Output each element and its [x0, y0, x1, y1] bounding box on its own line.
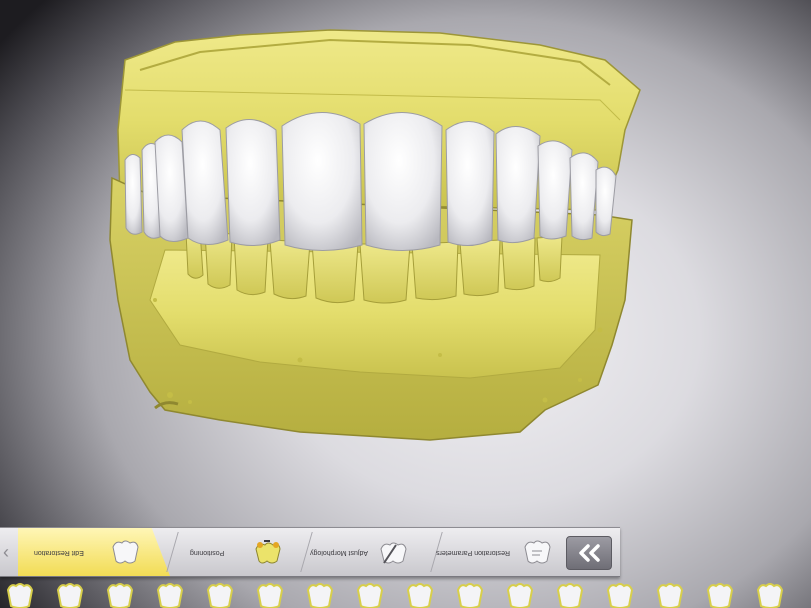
next-step-button[interactable]: [566, 536, 612, 570]
tooth-thumbnail[interactable]: [254, 580, 286, 608]
tooth-thumbnail[interactable]: [754, 580, 786, 608]
tooth-thumbnail[interactable]: [454, 580, 486, 608]
tooth-icon: [306, 583, 334, 608]
step-adjust-morphology[interactable]: Adjust Morphology: [310, 528, 428, 576]
tooth-icon: [206, 583, 234, 608]
tooth-icon: [556, 583, 584, 608]
double-chevron-icon: [579, 544, 600, 562]
step-label: Edit Restoration: [34, 549, 84, 556]
3d-viewport[interactable]: [0, 0, 811, 525]
tooth-icon: [156, 583, 184, 608]
chevron-left-icon[interactable]: ‹: [0, 538, 12, 566]
step-positioning[interactable]: Positioning: [180, 528, 300, 576]
tooth-thumbnail[interactable]: [204, 580, 236, 608]
tooth-thumbnail[interactable]: [54, 580, 86, 608]
tooth-icon: [356, 583, 384, 608]
step-label: Positioning: [190, 549, 225, 556]
tooth-crown-icon: [112, 540, 139, 564]
tooth-icon: [106, 583, 134, 608]
step-label: Restoration Parameters: [436, 549, 510, 556]
tooth-icon: [6, 583, 34, 608]
dental-model-scene[interactable]: [0, 0, 811, 525]
tooth-thumbnail[interactable]: [4, 580, 36, 608]
tooth-icon: [756, 583, 784, 608]
tooth-thumbnail[interactable]: [504, 580, 536, 608]
tooth-thumbnail[interactable]: [604, 580, 636, 608]
workflow-bar: ‹ Edit Restoration Positioning Adjust Mo…: [0, 527, 620, 577]
tooth-thumbnail[interactable]: [404, 580, 436, 608]
tooth-icon: [506, 583, 534, 608]
tooth-thumbnail[interactable]: [554, 580, 586, 608]
tooth-icon: [606, 583, 634, 608]
tooth-thumbnail[interactable]: [304, 580, 336, 608]
tooth-library-strip: [0, 576, 811, 608]
tooth-thumbnail[interactable]: [654, 580, 686, 608]
step-edit-restoration[interactable]: Edit Restoration: [18, 528, 170, 576]
step-label: Adjust Morphology: [310, 549, 368, 556]
tooth-thumbnail[interactable]: [354, 580, 386, 608]
tooth-icon: [656, 583, 684, 608]
step-restoration-parameters[interactable]: Restoration Parameters: [436, 528, 556, 576]
tooth-icon: [56, 583, 84, 608]
tooth-thumbnail[interactable]: [104, 580, 136, 608]
tooth-thumbnail[interactable]: [704, 580, 736, 608]
tooth-parameters-icon: [524, 540, 551, 564]
tooth-icon: [406, 583, 434, 608]
tooth-icon: [706, 583, 734, 608]
tooth-positioning-icon: [255, 540, 281, 564]
tooth-thumbnail[interactable]: [154, 580, 186, 608]
step-divider: [166, 532, 179, 572]
tooth-morphology-icon: [380, 542, 407, 564]
tooth-icon: [256, 583, 284, 608]
tooth-icon: [456, 583, 484, 608]
